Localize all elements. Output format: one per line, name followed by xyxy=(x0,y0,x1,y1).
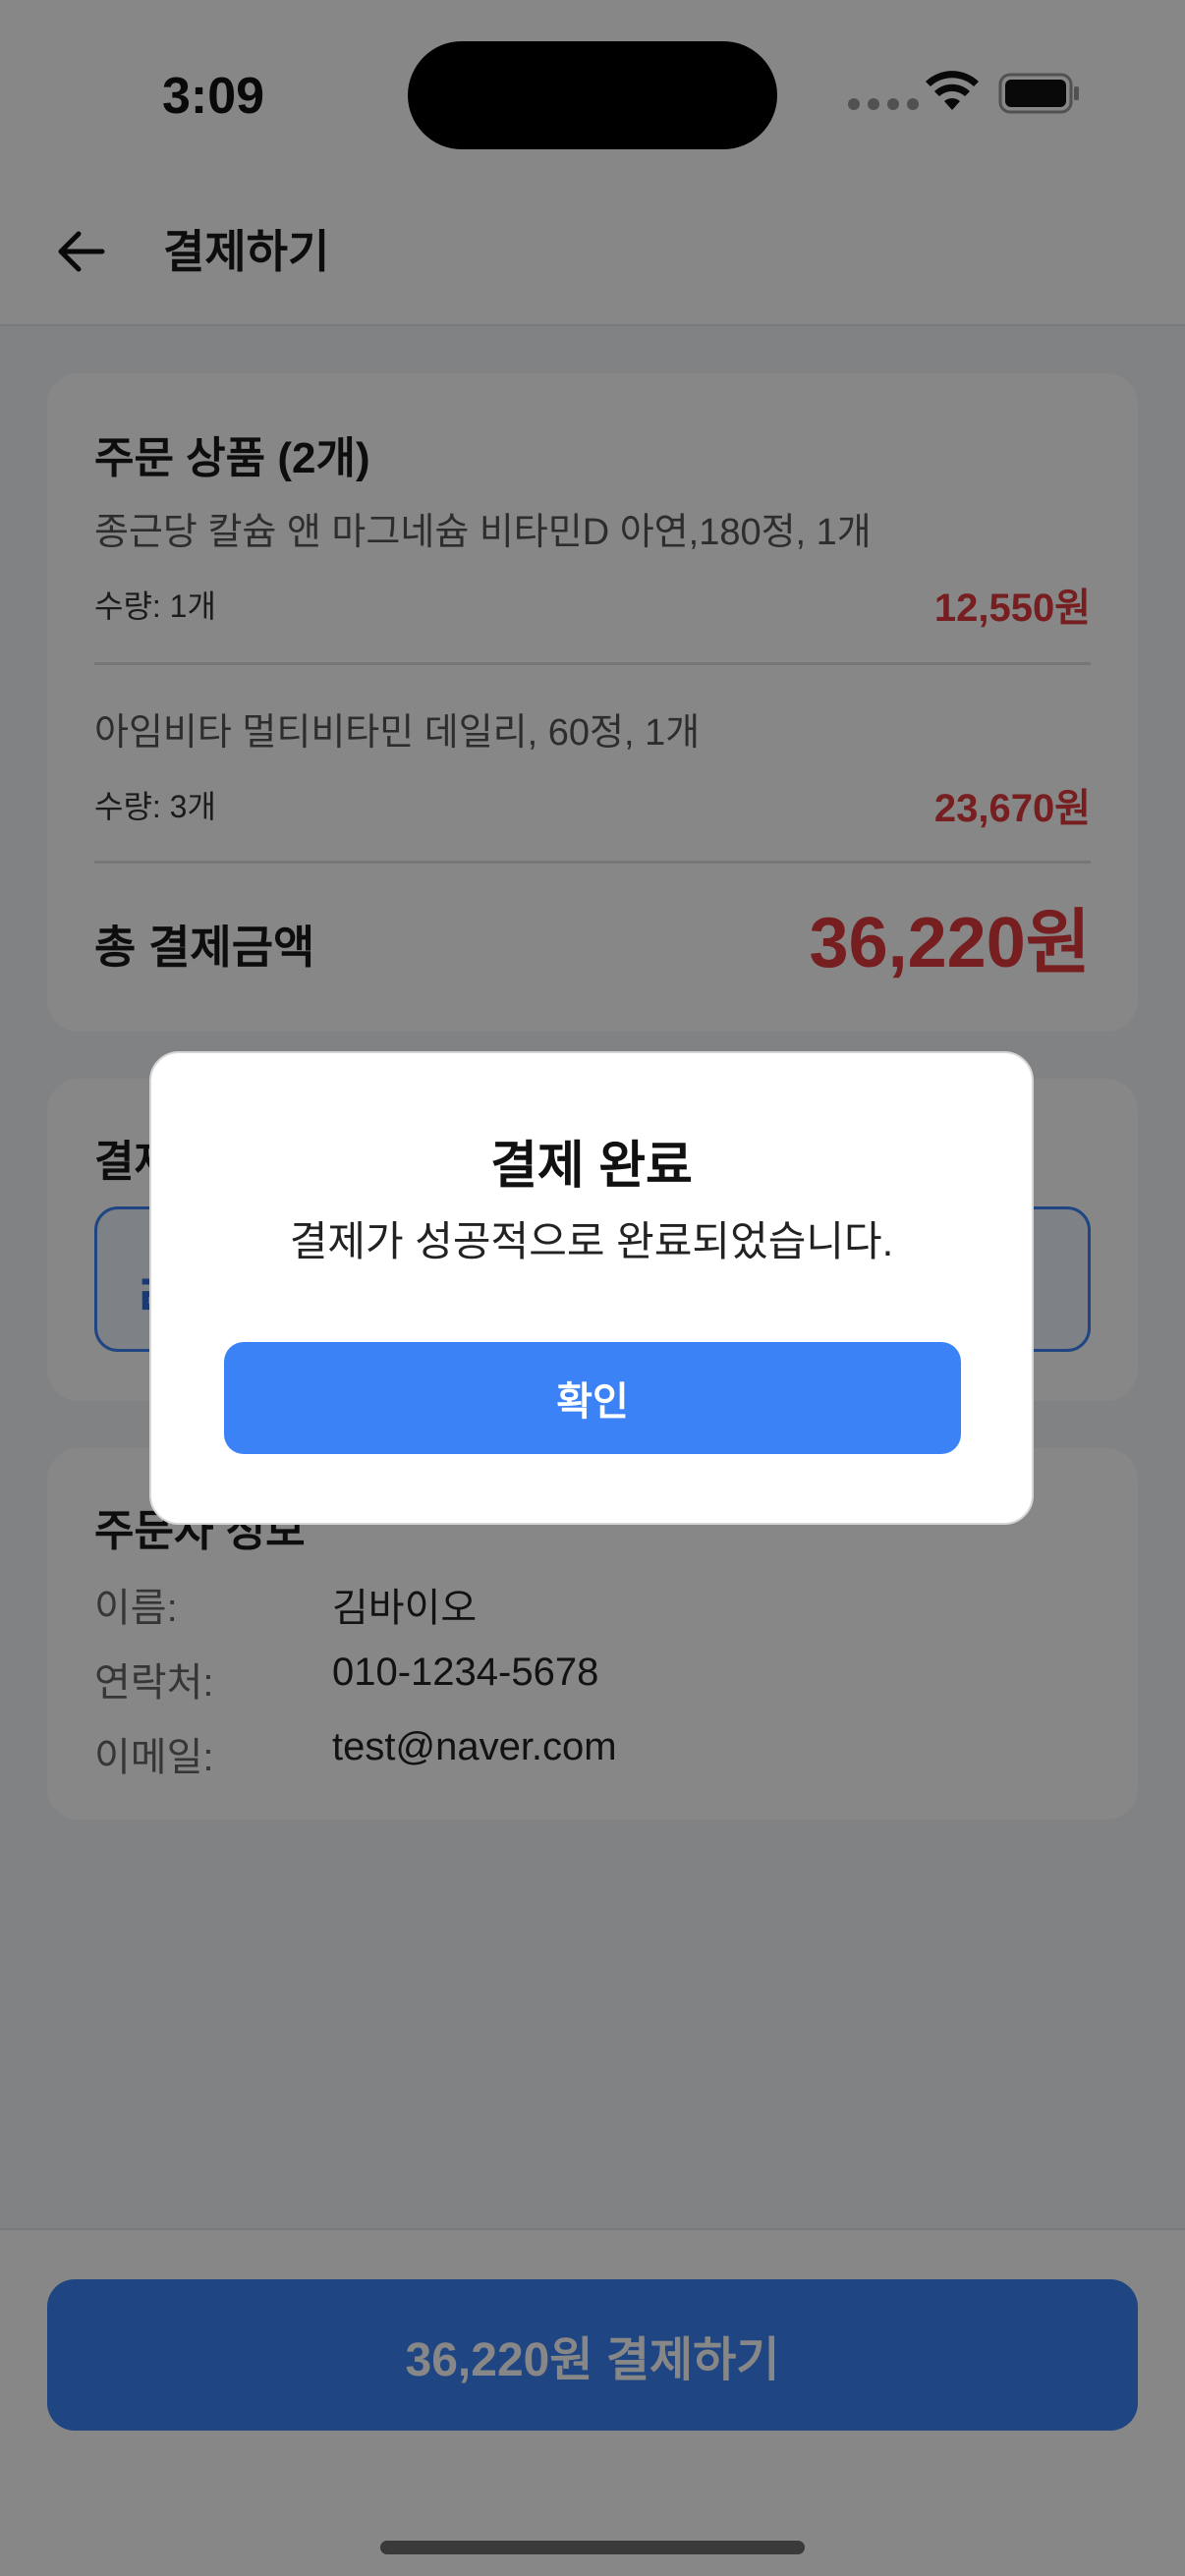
dialog-title: 결제 완료 xyxy=(490,1138,693,1195)
payment-complete-dialog: 결제 완료 결제가 성공적으로 완료되었습니다. 확인 xyxy=(149,1051,1034,1525)
home-indicator xyxy=(380,2541,805,2554)
confirm-button[interactable]: 확인 xyxy=(224,1342,961,1454)
dialog-message: 결제가 성공적으로 완료되었습니다. xyxy=(289,1218,894,1264)
